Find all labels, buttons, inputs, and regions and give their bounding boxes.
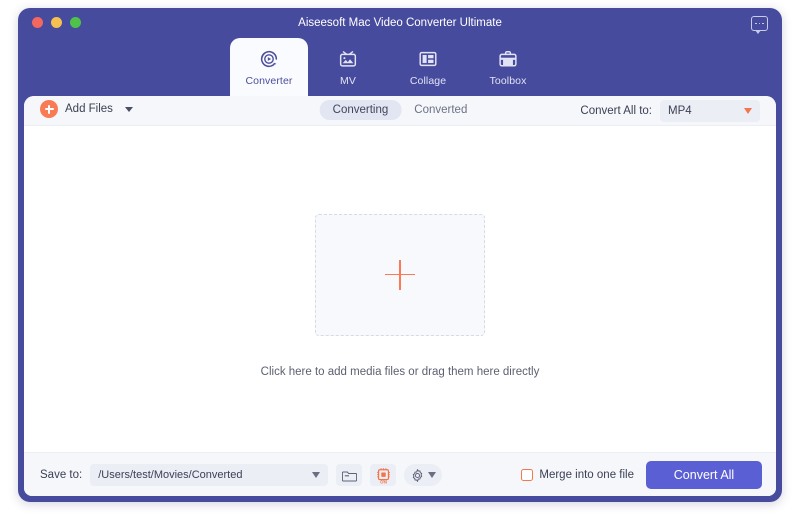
merge-label: Merge into one file [539, 469, 634, 481]
status-segment-group: Converting Converted [319, 100, 481, 120]
plus-icon [385, 259, 415, 290]
caret-down-icon [428, 472, 437, 478]
save-path-select[interactable]: /Users/test/Movies/Converted [90, 464, 329, 486]
tab-mv-label: MV [340, 74, 356, 87]
open-folder-button[interactable] [336, 464, 363, 486]
segment-converting[interactable]: Converting [319, 100, 402, 120]
collage-grid-icon [419, 51, 437, 66]
convert-circle-play-icon [260, 50, 278, 67]
app-window: Aiseesoft Mac Video Converter Ultimate C… [18, 8, 782, 502]
chat-bubble-tail [755, 30, 761, 34]
caret-down-icon [312, 472, 321, 478]
output-format-select[interactable]: MP4 [660, 100, 760, 122]
add-files-label: Add Files [65, 103, 113, 115]
segment-converted[interactable]: Converted [401, 100, 480, 120]
merge-into-one-file-toggle[interactable]: Merge into one file [521, 469, 634, 481]
media-drop-area[interactable]: Click here to add media files or drag th… [24, 127, 776, 464]
chat-dots [755, 22, 764, 25]
tab-converter[interactable]: Converter [230, 38, 308, 96]
settings-button[interactable] [404, 464, 443, 486]
bottom-actions: Merge into one file Convert All [521, 461, 762, 489]
tab-mv[interactable]: MV [308, 38, 388, 96]
bottom-bar: Save to: /Users/test/Movies/Converted ON… [24, 452, 776, 496]
content-toolbar: Add Files Converting Converted Convert A… [24, 96, 776, 126]
title-bar: Aiseesoft Mac Video Converter Ultimate [18, 8, 782, 38]
hardware-accel-state-text: ON [380, 479, 387, 484]
output-format-value: MP4 [668, 105, 692, 117]
window-title: Aiseesoft Mac Video Converter Ultimate [298, 17, 502, 29]
save-path-value: /Users/test/Movies/Converted [98, 469, 243, 481]
convert-all-to-group: Convert All to: MP4 [580, 100, 760, 122]
caret-down-icon [744, 108, 752, 114]
tab-toolbox-label: Toolbox [489, 74, 527, 87]
hardware-acceleration-button[interactable]: ON [370, 464, 397, 486]
tab-list: Converter MV Collage Toolbox [230, 38, 548, 96]
tab-collage[interactable]: Collage [388, 38, 468, 96]
caret-down-icon[interactable] [124, 106, 133, 112]
merge-checkbox[interactable] [521, 469, 534, 481]
gear-icon [413, 468, 423, 482]
cpu-chip-icon: ON [376, 467, 390, 484]
dropzone-box[interactable] [315, 213, 485, 336]
tab-toolbox[interactable]: Toolbox [468, 38, 548, 96]
tv-photo-icon [339, 50, 357, 67]
chat-bubble-icon[interactable] [751, 16, 768, 34]
tab-converter-label: Converter [245, 74, 293, 87]
folder-icon [341, 471, 357, 481]
content-panel: Add Files Converting Converted Convert A… [24, 96, 776, 496]
toolbox-briefcase-icon [499, 50, 517, 67]
save-to-label: Save to: [40, 469, 83, 481]
tab-collage-label: Collage [409, 74, 447, 87]
add-files-button[interactable]: Add Files [40, 100, 133, 118]
plus-circle-icon [40, 100, 58, 118]
convert-all-to-label: Convert All to: [580, 105, 652, 117]
save-to-group: Save to: /Users/test/Movies/Converted ON [40, 464, 443, 486]
convert-all-button[interactable]: Convert All [646, 461, 762, 489]
drop-hint-text: Click here to add media files or drag th… [260, 365, 540, 378]
tab-bar: Converter MV Collage Toolbox [18, 38, 782, 96]
